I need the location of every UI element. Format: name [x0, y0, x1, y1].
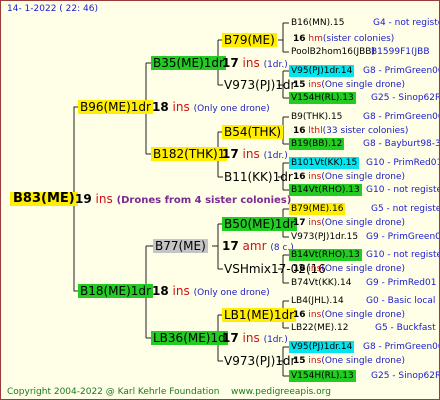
g6-note: 16 ins(One single drone) [293, 264, 405, 274]
site-link[interactable]: www.pedigreeapis.org [231, 385, 331, 399]
mm-ins: ins [242, 331, 260, 345]
leaf-16-gen: G25 - Sinop62R [371, 371, 440, 381]
leaf-9[interactable]: B79(ME).16 [289, 203, 346, 215]
leaf-1[interactable]: B16(MN).15 [289, 17, 346, 29]
father-ins: ins [172, 100, 190, 114]
fm-node[interactable]: B182(THK)1 [151, 147, 228, 161]
pedigree-frame: 14- 1-2022 ( 22: 46) Copyright 2004-2022… [0, 0, 440, 400]
g1-branch [278, 22, 289, 53]
mother-ins: ins [172, 284, 190, 298]
mf-info: 17 amr (8 c.) [222, 239, 294, 255]
leaf-8[interactable]: B14Vt(RHO).13 [289, 184, 362, 196]
mm-info: 17 ins (1dr.) [222, 331, 288, 347]
fm-ins: ins [242, 147, 260, 161]
leaf-1-gen: G4 - not registe [373, 18, 440, 28]
father-num: 18 [152, 100, 169, 114]
g4-node[interactable]: B11(KK)1dr [222, 170, 295, 184]
father-info: 18 ins (Only one drone) [152, 100, 270, 116]
mother-num: 18 [152, 284, 169, 298]
mother-info: 18 ins (Only one drone) [152, 284, 270, 300]
leaf-2[interactable]: PoolB2hom16(JBB) [289, 46, 377, 58]
g3-note: 16 lthl(33 sister colonies) [293, 126, 409, 136]
date-stamp: 14- 1-2022 ( 22: 46) [7, 4, 98, 14]
leaf-10[interactable]: V973(PJ)1dr.15 [289, 231, 360, 243]
g1-node[interactable]: B79(ME) [222, 33, 277, 47]
leaf-11[interactable]: B14Vt(RHO).13 [289, 249, 362, 261]
ff-node[interactable]: B35(ME)1dr [151, 56, 226, 70]
leaf-15-gen: G8 - PrimGreen00 [363, 342, 440, 352]
mm-num: 17 [222, 331, 239, 345]
fm-num: 17 [222, 147, 239, 161]
ff-ins: ins [242, 56, 260, 70]
mm-node[interactable]: LB36(ME)1d [151, 331, 228, 345]
mother-note: (Only one drone) [193, 288, 270, 298]
father-note: (Only one drone) [193, 104, 270, 114]
g2-node[interactable]: V973(PJ)1dr [222, 78, 297, 92]
leaf-6[interactable]: B19(BB).12 [289, 138, 345, 150]
queen-root[interactable]: B83(ME) [10, 192, 78, 206]
leaf-8-gen: G10 - not registe [366, 185, 440, 195]
root-info: 19 ins (Drones from 4 sister colonies) [75, 192, 291, 208]
leaf-6-gen: G8 - Bayburt98-3 [363, 139, 440, 149]
mf-node[interactable]: B77(ME) [153, 239, 208, 253]
g5-node[interactable]: B50(ME)1dr [222, 217, 297, 231]
leaf-7-gen: G10 - PrimRed01 [366, 158, 440, 168]
g7-node[interactable]: LB1(ME)1dr [222, 308, 297, 322]
fm-info: 17 ins (1dr.) [222, 147, 288, 163]
g8-node[interactable]: V973(PJ)1dr [222, 354, 297, 368]
leaf-14[interactable]: LB22(ME).12 [289, 322, 350, 334]
leaf-7[interactable]: B101Vt(KK).15 [289, 157, 360, 169]
leaf-5[interactable]: B9(THK).15 [289, 111, 344, 123]
ff-note: (1dr.) [263, 60, 288, 70]
ff-info: 17 ins (1dr.) [222, 56, 288, 72]
leaf-16[interactable]: V154H(RL).13 [289, 370, 356, 382]
leaf-12[interactable]: B74Vt(KK).14 [289, 277, 353, 289]
leaf-3[interactable]: V95(PJ)1dr.14 [289, 65, 355, 77]
g2-note: 15 ins(One single drone) [293, 80, 405, 90]
leaf-13[interactable]: LB4(JHL).14 [289, 295, 346, 307]
root-num: 19 [75, 192, 92, 206]
leaf-3-gen: G8 - PrimGreen00 [363, 66, 440, 76]
leaf-13-gen: G0 - Basic local [366, 296, 436, 306]
root-note: (Drones from 4 sister colonies) [116, 195, 292, 206]
father-node[interactable]: B96(ME)1dr [78, 100, 153, 114]
g3-node[interactable]: B54(THK) [222, 125, 284, 139]
leaf-12-gen: G9 - PrimRed01 [366, 278, 437, 288]
leaf-15[interactable]: V95(PJ)1dr.14 [289, 341, 355, 353]
mf-ins: amr [242, 239, 267, 253]
g8-note: 15 ins(One single drone) [293, 356, 405, 366]
mother-node[interactable]: B18(ME)1dr [78, 284, 153, 298]
g7-note: 16 ins(One single drone) [293, 310, 405, 320]
leaf-4[interactable]: V154H(RL).13 [289, 92, 356, 104]
leaf-11-gen: G10 - not registe [366, 250, 440, 260]
copyright: Copyright 2004-2022 @ Karl Kehrle Founda… [7, 387, 220, 397]
g5-note: 17 ins(One single drone) [293, 218, 405, 228]
g1-note: 16 hm(sister colonies) [293, 34, 395, 44]
mm-note: (1dr.) [263, 335, 288, 345]
ff-num: 17 [222, 56, 239, 70]
leaf-4-gen: G25 - Sinop62R [371, 93, 440, 103]
mf-num: 17 [222, 239, 239, 253]
leaf-14-gen: G5 - Buckfast [375, 323, 436, 333]
root-ins: ins [95, 192, 113, 206]
leaf-2-gen: B1599F1(JBB [371, 47, 430, 57]
leaf-9-gen: G5 - not registe [371, 204, 440, 214]
leaf-5-gen: G8 - PrimGreen00 [363, 112, 440, 122]
leaf-10-gen: G9 - PrimGreen00 [366, 232, 440, 242]
fm-note: (1dr.) [263, 151, 288, 161]
g4-note: 16 ins(One single drone) [293, 172, 405, 182]
